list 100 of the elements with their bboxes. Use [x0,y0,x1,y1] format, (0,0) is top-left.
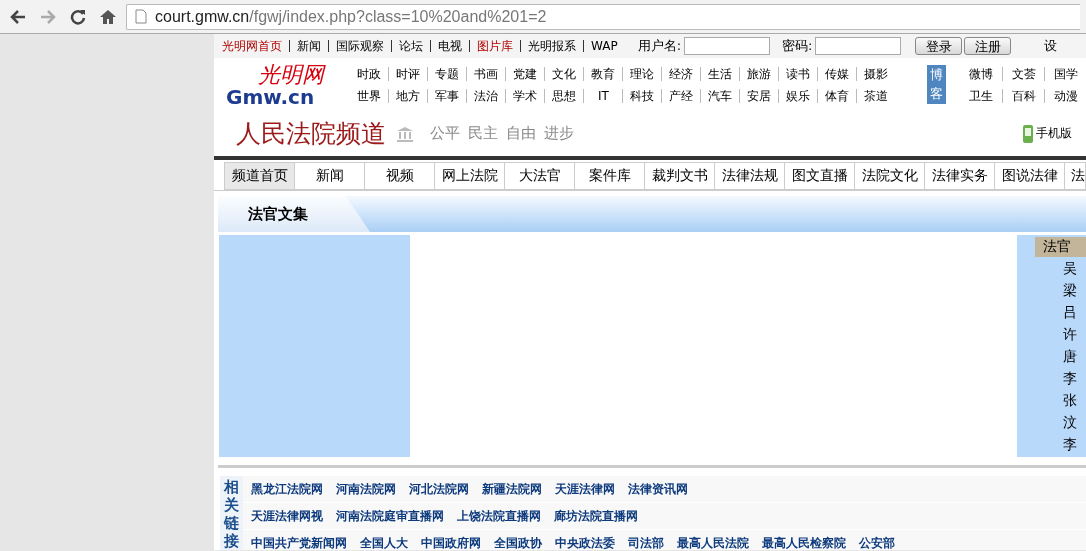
channel-link[interactable]: 书画 [466,66,506,81]
related-link[interactable]: 新疆法院网 [482,480,542,498]
nav-tab[interactable]: 新闻 [295,162,365,190]
related-link[interactable]: 天涯法律网视 [251,507,323,525]
nav-tab[interactable]: 图文直播 [785,162,855,190]
channel-link[interactable]: 法治 [466,88,506,103]
register-button[interactable]: 注册 [964,37,1012,55]
channel-link[interactable]: 传媒 [817,66,857,81]
username-field[interactable] [684,37,771,55]
channel-link[interactable]: 专题 [427,66,467,81]
channel-link[interactable]: 地方 [388,88,428,103]
top-link[interactable]: 图片库 [477,37,513,55]
channel-link[interactable]: 科技 [622,88,662,103]
nav-tab[interactable]: 法 [1065,162,1086,190]
nav-tab[interactable]: 法律实务 [925,162,995,190]
top-link[interactable]: 电视 [438,37,462,55]
channel-link[interactable]: 文化 [544,66,584,81]
top-link[interactable]: 光明报系 [528,37,576,55]
channel-link[interactable]: 时政 [349,66,389,81]
related-link[interactable]: 上饶法院直播网 [457,507,541,525]
judge-link[interactable]: 梁 [1063,279,1086,301]
top-link[interactable]: 设 [1044,37,1058,55]
channel-link[interactable]: 军事 [427,88,467,103]
related-link[interactable]: 黑龙江法院网 [251,480,323,498]
channel-link[interactable]: 摄影 [856,66,896,81]
channel-link[interactable]: 娱乐 [778,88,818,103]
channel-link[interactable]: 理论 [622,66,662,81]
nav-tab[interactable]: 大法官 [505,162,575,190]
channel-link[interactable]: 茶道 [856,88,896,103]
mobile-link[interactable]: 手机版 [1023,124,1072,143]
related-link[interactable]: 河北法院网 [409,480,469,498]
related-link[interactable]: 司法部 [628,534,664,550]
channel-link[interactable]: 读书 [778,66,818,81]
related-link[interactable]: 河南法院庭审直播网 [336,507,444,525]
judge-link[interactable]: 吕 [1063,301,1086,323]
judge-link[interactable]: 吴 [1063,257,1086,279]
channel-link[interactable]: 文荟 [1002,66,1044,81]
related-link[interactable]: 廊坊法院直播网 [554,507,638,525]
home-icon[interactable] [100,9,116,24]
url-host: court.gmw.cn [155,7,250,26]
top-link[interactable]: WAP [591,39,618,53]
top-link[interactable]: 论坛 [399,37,423,55]
channel-link[interactable]: 旅游 [739,66,779,81]
channel-link[interactable]: 微博 [960,66,1002,81]
related-link[interactable]: 中国政府网 [421,534,481,550]
related-link[interactable]: 全国政协 [494,534,542,550]
channel-link[interactable]: 产经 [661,88,701,103]
related-link[interactable]: 天涯法律网 [555,480,615,498]
nav-tab[interactable]: 视频 [365,162,435,190]
nav-tab[interactable]: 频道首页 [224,162,295,190]
related-link[interactable]: 河南法院网 [336,480,396,498]
related-link[interactable]: 中央政法委 [555,534,615,550]
nav-tab[interactable]: 图说法律 [995,162,1065,190]
channel-link[interactable]: 生活 [700,66,740,81]
channel-link[interactable]: 思想 [544,88,584,103]
login-button[interactable]: 登录 [915,37,963,55]
channel-link[interactable]: 汽车 [700,88,740,103]
channel-link[interactable]: 学术 [505,88,545,103]
judge-link[interactable]: 唐 [1063,345,1086,367]
nav-tab[interactable]: 案件库 [575,162,645,190]
judge-link[interactable]: 张 [1063,389,1086,411]
judge-link[interactable]: 许 [1063,323,1086,345]
channel-link[interactable]: 国学 [1044,66,1086,81]
related-link[interactable]: 法律资讯网 [628,480,688,498]
blog-badge[interactable]: 博客 [927,65,946,104]
channel-link[interactable]: 世界 [349,88,389,103]
channel-link[interactable]: 体育 [817,88,857,103]
page-icon [135,9,147,24]
related-link[interactable]: 最高人民法院 [677,534,749,550]
related-link[interactable]: 最高人民检察院 [762,534,846,550]
judge-link[interactable]: 李 [1063,433,1086,455]
nav-tab[interactable]: 网上法院 [435,162,505,190]
channel-link[interactable]: 卫生 [960,88,1002,103]
phone-icon [1023,124,1033,143]
nav-tab[interactable]: 法律法规 [715,162,785,190]
channel-link[interactable]: 动漫 [1044,88,1086,103]
judge-link[interactable]: 汶 [1063,411,1086,433]
channel-link[interactable]: 教育 [583,66,623,81]
related-link[interactable]: 全国人大 [360,534,408,550]
channel-link[interactable]: 党建 [505,66,545,81]
channel-link[interactable]: 百科 [1002,88,1044,103]
top-link[interactable]: 新闻 [297,37,321,55]
password-field[interactable] [815,37,902,55]
logo[interactable]: 光明网 Gmw.cn [222,62,344,107]
top-link[interactable]: 国际观察 [336,37,384,55]
channel-link[interactable]: IT [583,88,623,103]
channel-link[interactable]: 时评 [388,66,428,81]
channel-link[interactable]: 安居 [739,88,779,103]
nav-tab[interactable]: 法院文化 [855,162,925,190]
related-link[interactable]: 中国共产党新闻网 [251,534,347,550]
nav-tab[interactable]: 裁判文书 [645,162,715,190]
channel-link[interactable]: 经济 [661,66,701,81]
back-arrow-icon[interactable] [10,9,26,24]
judge-link[interactable]: 李 [1063,367,1086,389]
address-bar[interactable]: court.gmw.cn/fgwj/index.php?class=10%20and%201=2 [126,3,1080,30]
reload-icon[interactable] [70,8,86,25]
related-link[interactable]: 公安部 [859,534,895,550]
slogan-word: 自由 [506,124,536,143]
top-link[interactable]: 光明网首页 [222,37,282,55]
username-label: 用户名: [637,37,682,55]
